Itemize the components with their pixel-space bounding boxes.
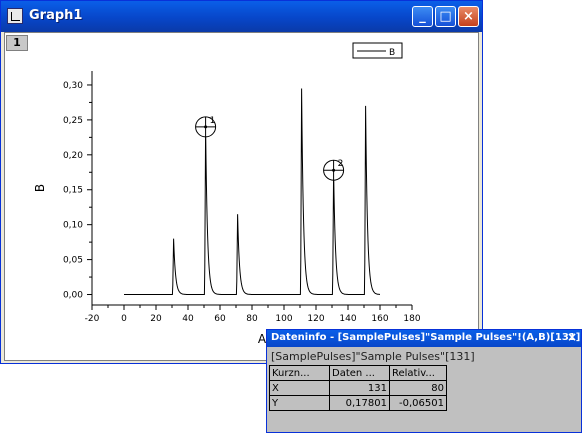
data-info-table: Kurzn... Daten ... Relativ... X 131 80 Y… — [269, 365, 447, 411]
y-tick-label: 0,05 — [63, 256, 83, 266]
x-tick-label: 20 — [150, 314, 162, 324]
row-x-name: X — [269, 380, 330, 396]
data-info-close-button[interactable]: × — [567, 330, 577, 344]
data-info-window[interactable]: Dateninfo - [SamplePulses]"Sample Pulses… — [266, 329, 582, 433]
header-cell-relative[interactable]: Relativ... — [389, 365, 447, 381]
table-row: X 131 80 — [269, 380, 447, 396]
marker-1[interactable]: 1 — [195, 116, 217, 138]
marker-dot — [332, 168, 336, 172]
series-b-line[interactable] — [124, 88, 380, 295]
table-row: Y 0,17801 -0,06501 — [269, 395, 447, 411]
table-header-row: Kurzn... Daten ... Relativ... — [269, 365, 447, 381]
plot-area[interactable]: -20 0 20 40 60 80 100 120 140 160 180 0,00 0,05 0,10 0… — [1, 1, 484, 365]
row-y-name: Y — [269, 395, 330, 411]
marker-label: 1 — [210, 116, 216, 126]
y-tick-label: 0,10 — [63, 221, 83, 231]
header-cell-data[interactable]: Daten ... — [329, 365, 390, 381]
x-tick-label: 60 — [214, 314, 226, 324]
row-y-data: 0,17801 — [329, 395, 390, 411]
data-info-title: Dateninfo - [SamplePulses]"Sample Pulses… — [271, 332, 581, 343]
y-tick-label: 0,25 — [63, 116, 83, 126]
marker-2[interactable]: 2 — [323, 159, 345, 181]
graph-window[interactable]: Graph1 _ □ × 1 -20 0 20 40 60 80 100 120 140 160 1… — [0, 0, 483, 364]
x-tick-label: 160 — [371, 314, 388, 324]
y-axis-title: B — [33, 184, 47, 192]
x-tick-label: 120 — [307, 314, 324, 324]
curve — [124, 88, 380, 295]
y-tick-label: 0,20 — [63, 151, 83, 161]
y-tick-label: 0,30 — [63, 81, 83, 91]
x-tick-label: 80 — [246, 314, 258, 324]
x-tick-label: -20 — [85, 314, 100, 324]
header-cell-name[interactable]: Kurzn... — [269, 365, 330, 381]
x-tick-label: 140 — [339, 314, 356, 324]
markers: 12 — [195, 116, 345, 181]
y-tick-label: 0,15 — [63, 186, 83, 196]
x-tick-label: 100 — [275, 314, 292, 324]
x-tick-label: 40 — [182, 314, 194, 324]
marker-dot — [204, 125, 208, 129]
x-tick-label: 180 — [403, 314, 420, 324]
row-x-relative: 80 — [389, 380, 447, 396]
data-info-titlebar[interactable]: Dateninfo - [SamplePulses]"Sample Pulses… — [267, 330, 581, 347]
y-tick-label: 0,00 — [63, 291, 83, 301]
legend-label-b: B — [389, 48, 395, 58]
row-x-data: 131 — [329, 380, 390, 396]
legend: B — [352, 42, 403, 59]
marker-label: 2 — [338, 159, 344, 169]
row-y-relative: -0,06501 — [389, 395, 447, 411]
x-tick-label: 0 — [121, 314, 127, 324]
data-info-path: [SamplePulses]"Sample Pulses"[131] — [271, 350, 475, 363]
